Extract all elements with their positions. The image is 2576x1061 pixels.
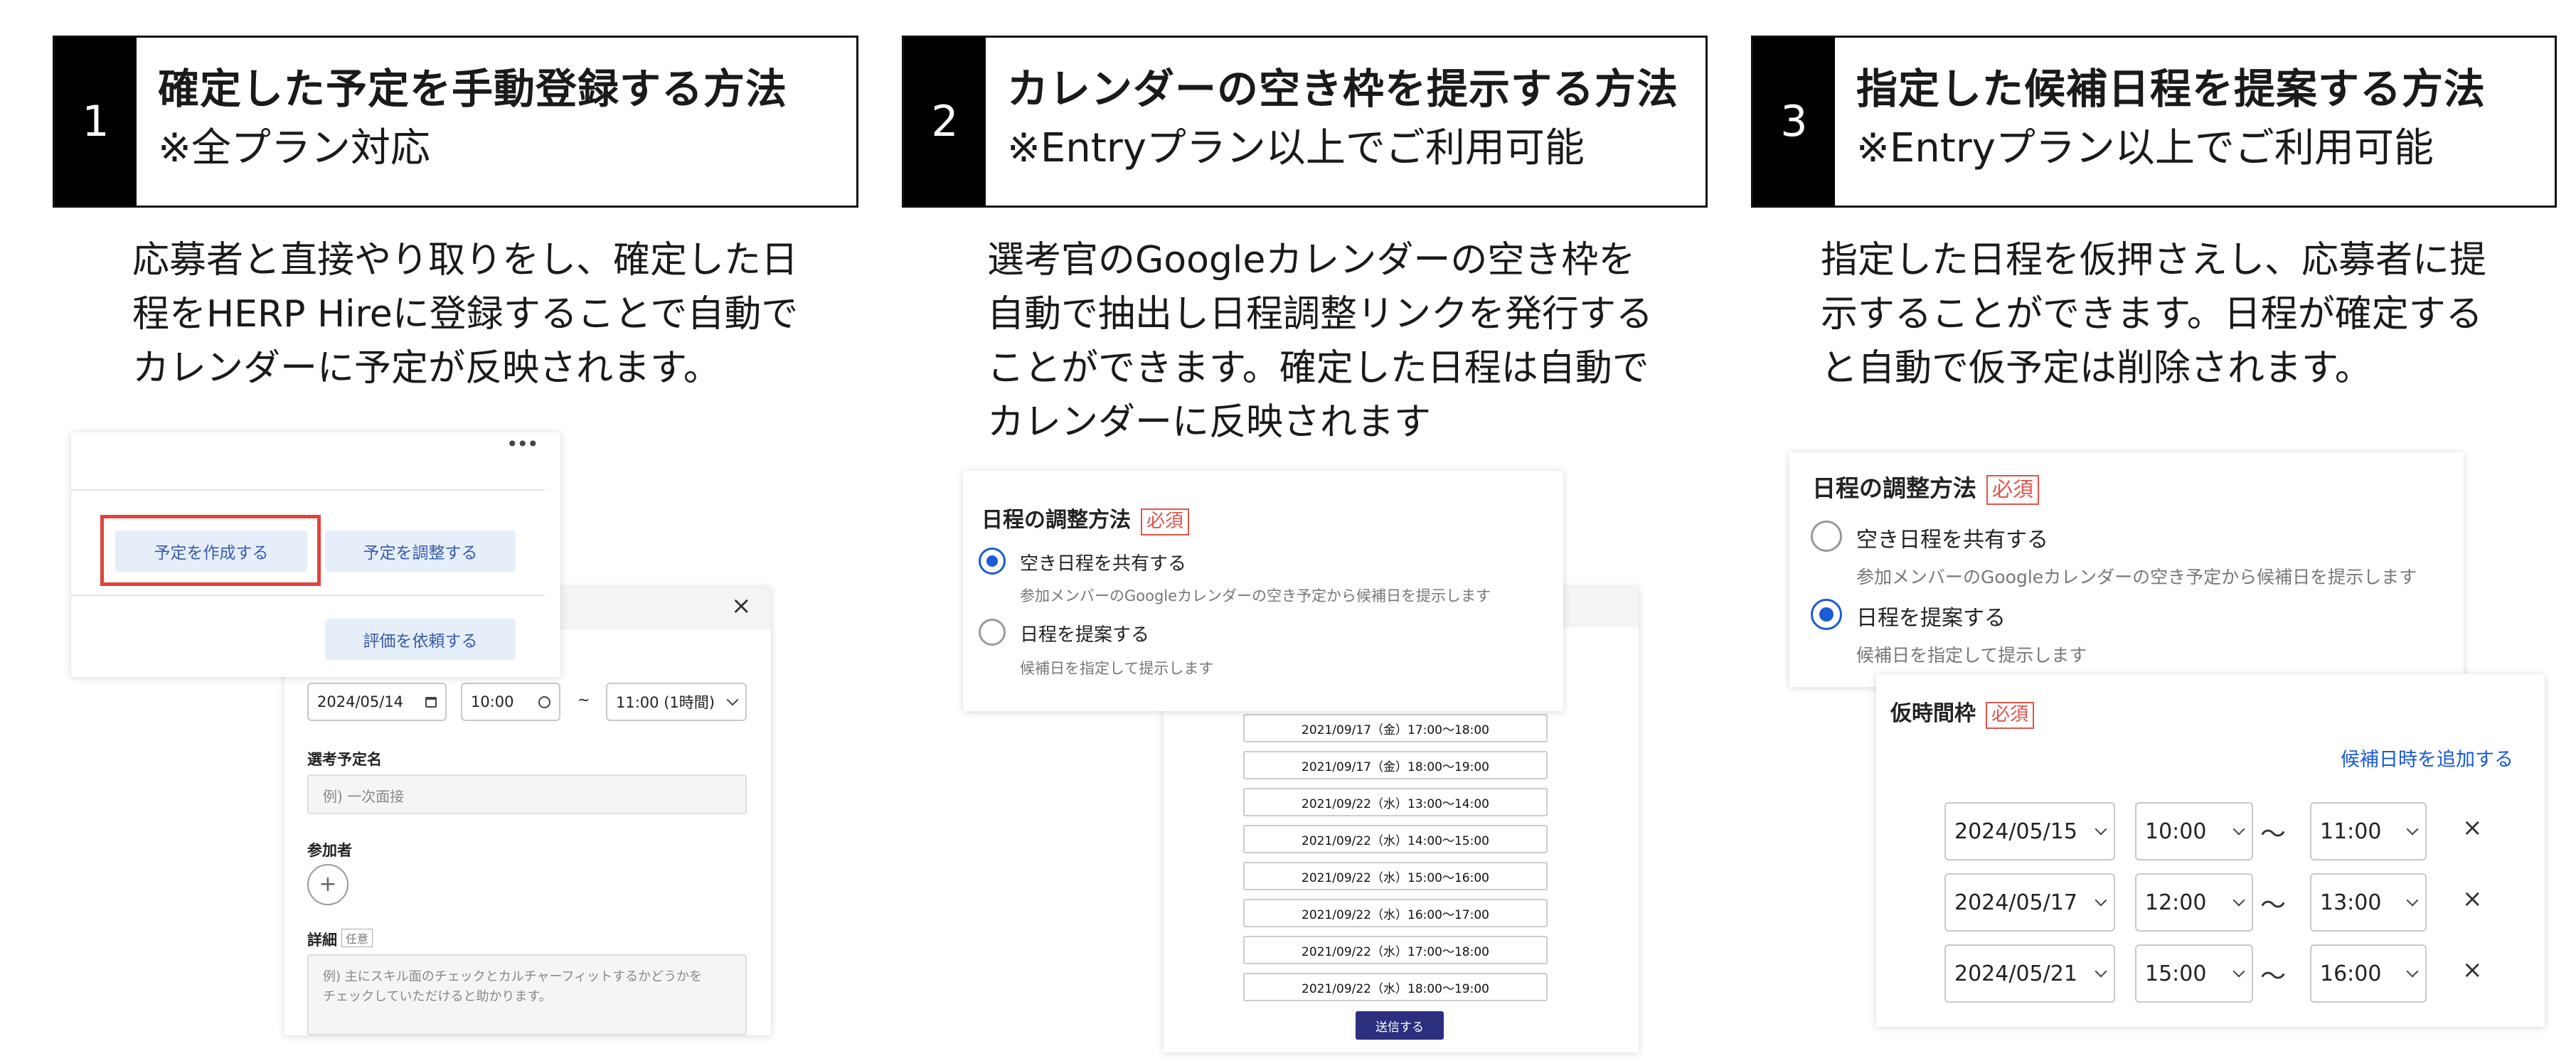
step-3-subtitle: ※Entryプラン以上でご利用可能 — [1856, 125, 2434, 171]
required-badge: 必須 — [1141, 508, 1190, 535]
method-label: 日程の調整方法 必須 — [1812, 469, 2040, 505]
chevron-down-icon — [2406, 823, 2419, 836]
option-propose-label[interactable]: 日程を提案する — [1856, 600, 2006, 631]
clock-icon — [538, 695, 550, 708]
event-name-placeholder: 例) 一次面接 — [323, 788, 405, 805]
candidate-start-select[interactable]: 15:00 — [2135, 944, 2253, 1003]
step-1-subtitle: ※全プラン対応 — [158, 125, 430, 171]
slot-item[interactable]: 2021/09/22（水）17:00〜18:00 — [1243, 936, 1548, 964]
step-1-title: 確定した予定を手動登録する方法 — [158, 65, 788, 113]
action-menu-card: ••• 予定を作成する 予定を調整する 評価を依頼する — [71, 432, 560, 677]
range-separator: 〜 — [2260, 962, 2287, 991]
option-share-free-label[interactable]: 空き日程を共有する — [1020, 549, 1186, 575]
step-2-number: 2 — [904, 38, 986, 206]
menu-divider — [71, 489, 545, 491]
step-1-number: 1 — [55, 38, 137, 206]
candidate-date-select[interactable]: 2024/05/21 — [1944, 944, 2115, 1003]
step-1-description: 応募者と直接やり取りをし、確定した日 程をHERP Hireに登録することで自動… — [132, 239, 799, 390]
chevron-down-icon — [2232, 823, 2245, 836]
remove-candidate-icon[interactable]: × — [2462, 885, 2483, 913]
candidate-end-select[interactable]: 13:00 — [2310, 873, 2427, 932]
step-2-title: カレンダーの空き枠を提示する方法 — [1007, 65, 1679, 113]
range-separator: 〜 — [2260, 891, 2287, 920]
slot-item[interactable]: 2021/09/22（水）14:00〜15:00 — [1243, 825, 1548, 853]
chevron-down-icon — [2095, 965, 2107, 978]
step-3-number: 3 — [1753, 38, 1835, 206]
step-2-description: 選考官のGoogleカレンダーの空き枠を 自動で抽出し日程調整リンクを発行する … — [987, 239, 1654, 444]
slot-item[interactable]: 2021/09/17（金）18:00〜19:00 — [1243, 751, 1548, 779]
option-share-free-hint: 参加メンバーのGoogleカレンダーの空き予定から候補日を提示します — [1856, 567, 2417, 587]
option-share-free-radio[interactable] — [1811, 521, 1842, 552]
candidate-start-select[interactable]: 12:00 — [2135, 873, 2253, 932]
required-badge: 必須 — [1986, 702, 2035, 729]
calendar-icon — [425, 696, 437, 708]
tentative-label: 仮時間枠 必須 — [1890, 695, 2035, 729]
close-icon[interactable]: × — [731, 592, 752, 620]
menu-divider-2 — [71, 595, 545, 596]
participants-label: 参加者 — [307, 842, 352, 859]
step-3-title: 指定した候補日程を提案する方法 — [1856, 65, 2486, 113]
add-candidate-link[interactable]: 候補日時を追加する — [2341, 744, 2513, 772]
tentative-slots-card: 仮時間枠 必須 候補日時を追加する 2024/05/15 10:00 〜 11:0… — [1876, 674, 2545, 1027]
slot-item[interactable]: 2021/09/22（水）13:00〜14:00 — [1243, 788, 1548, 816]
step-3-description: 指定した日程を仮押さえし、応募者に提 示することができます。日程が確定する と自… — [1821, 239, 2487, 390]
create-event-button[interactable]: 予定を作成する — [115, 530, 307, 572]
step-2-subtitle: ※Entryプラン以上でご利用可能 — [1007, 125, 1585, 171]
chevron-down-icon — [2406, 965, 2419, 978]
required-badge: 必須 — [1986, 475, 2040, 505]
request-evaluation-button[interactable]: 評価を依頼する — [325, 619, 516, 660]
remove-candidate-icon[interactable]: × — [2462, 814, 2483, 842]
option-propose-hint: 候補日を指定して提示します — [1856, 645, 2087, 666]
candidate-end-select[interactable]: 16:00 — [2310, 944, 2427, 1003]
candidate-date-select[interactable]: 2024/05/17 — [1944, 873, 2115, 932]
candidate-date-select[interactable]: 2024/05/15 — [1944, 802, 2115, 860]
details-label: 詳細 — [307, 932, 337, 949]
candidate-end-select[interactable]: 11:00 — [2310, 802, 2427, 860]
slot-item[interactable]: 2021/09/22（水）15:00〜16:00 — [1243, 862, 1548, 890]
add-participant-button[interactable]: + — [307, 864, 348, 905]
chevron-down-icon — [2232, 965, 2245, 978]
step-1-header: 1 確定した予定を手動登録する方法 ※全プラン対応 — [53, 36, 858, 208]
option-propose-hint: 候補日を指定して提示します — [1020, 660, 1214, 677]
chevron-down-icon — [2406, 894, 2419, 907]
chevron-down-icon — [2095, 894, 2107, 907]
adjust-event-button[interactable]: 予定を調整する — [325, 530, 516, 572]
date-input[interactable]: 2024/05/14 — [307, 683, 447, 721]
plus-icon: + — [319, 872, 337, 897]
details-placeholder: 例) 主にスキル面のチェックとカルチャーフィットするかどうかを チェックしていた… — [323, 969, 703, 1004]
option-propose-radio[interactable] — [1811, 599, 1842, 630]
optional-badge: 任意 — [341, 929, 373, 947]
method-label: 日程の調整方法 必須 — [981, 502, 1190, 535]
option-share-free-label[interactable]: 空き日程を共有する — [1856, 522, 2048, 553]
more-menu-icon[interactable]: ••• — [506, 432, 539, 456]
option-propose-label[interactable]: 日程を提案する — [1020, 620, 1149, 646]
step-3-header: 3 指定した候補日程を提案する方法 ※Entryプラン以上でご利用可能 — [1751, 36, 2557, 208]
chevron-down-icon — [2232, 894, 2245, 907]
submit-button[interactable]: 送信する — [1356, 1011, 1444, 1040]
method-card-2: 日程の調整方法 必須 空き日程を共有する 参加メンバーのGoogleカレンダーの空… — [963, 471, 1563, 711]
candidate-start-select[interactable]: 10:00 — [2135, 802, 2253, 860]
end-time-select[interactable]: 11:00 (1時間) — [606, 683, 747, 721]
method-card-3: 日程の調整方法 必須 空き日程を共有する 参加メンバーのGoogleカレンダーの空… — [1789, 452, 2464, 687]
step-2-header: 2 カレンダーの空き枠を提示する方法 ※Entryプラン以上でご利用可能 — [902, 36, 1708, 208]
option-share-free-radio[interactable] — [979, 548, 1006, 575]
chevron-down-icon — [2095, 823, 2107, 836]
slot-item[interactable]: 2021/09/22（水）16:00〜17:00 — [1243, 899, 1548, 927]
start-time-input[interactable]: 10:00 — [461, 683, 560, 721]
range-separator: 〜 — [2260, 820, 2287, 849]
remove-candidate-icon[interactable]: × — [2462, 956, 2483, 984]
slot-item[interactable]: 2021/09/22（水）18:00〜19:00 — [1243, 973, 1548, 1001]
option-propose-radio[interactable] — [979, 619, 1006, 646]
event-name-label: 選考予定名 — [307, 751, 382, 768]
chevron-down-icon — [726, 693, 739, 706]
slot-item[interactable]: 2021/09/17（金）17:00〜18:00 — [1243, 714, 1548, 742]
time-separator: ~ — [578, 691, 590, 708]
option-share-free-hint: 参加メンバーのGoogleカレンダーの空き予定から候補日を提示します — [1020, 587, 1491, 604]
